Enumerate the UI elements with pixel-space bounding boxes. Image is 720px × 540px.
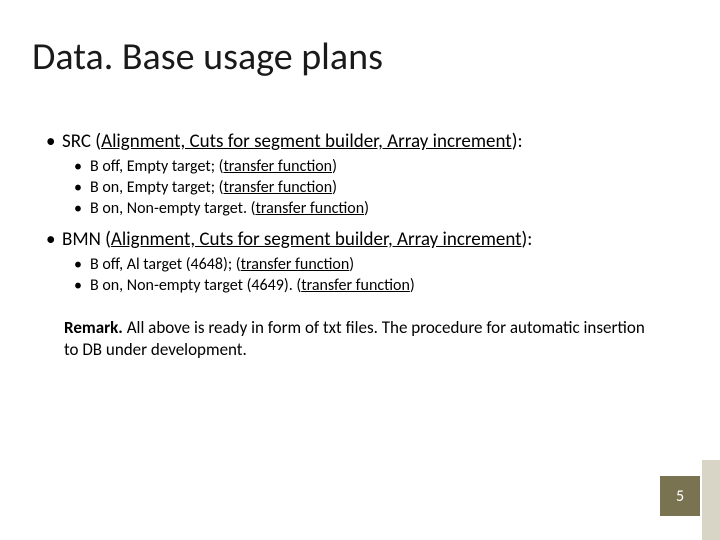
ul: transfer function <box>224 178 333 197</box>
bmn-subitems: B off, Al target (4648); (transfer funct… <box>74 255 658 295</box>
bmn-suffix: ): <box>522 228 533 251</box>
src-subitems: B off, Empty target; (transfer function)… <box>74 157 658 218</box>
tail: ) <box>332 157 337 176</box>
src-item-3: B on, Non-empty target. (transfer functi… <box>74 199 658 218</box>
remark-block: Remark. All above is ready in form of tx… <box>64 317 658 361</box>
src-item-2: B on, Empty target; (transfer function) <box>74 178 658 197</box>
bmn-underline: Alignment, Cuts for segment builder, Arr… <box>111 228 522 251</box>
remark-label: Remark. <box>64 317 123 338</box>
bmn-prefix: BMN ( <box>62 228 111 251</box>
ul: transfer function <box>223 157 332 176</box>
page-number: 5 <box>676 487 684 506</box>
remark-text: All above is ready in form of txt files.… <box>64 317 645 360</box>
bullet-src: SRC (Alignment, Cuts for segment builder… <box>46 130 658 153</box>
txt: B on, Non-empty target. ( <box>90 199 255 218</box>
txt: B off, Al target (4648); ( <box>90 255 241 274</box>
tail: ) <box>364 199 369 218</box>
bmn-item-2: B on, Non-empty target (4649). (transfer… <box>74 276 658 295</box>
src-item-1: B off, Empty target; (transfer function) <box>74 157 658 176</box>
txt: B on, Empty target; ( <box>90 178 224 197</box>
page-number-box: 5 <box>660 476 700 516</box>
src-prefix: SRC ( <box>62 130 101 153</box>
txt: B off, Empty target; ( <box>90 157 223 176</box>
slide-body: SRC (Alignment, Cuts for segment builder… <box>46 130 658 361</box>
bullet-bmn: BMN (Alignment, Cuts for segment builder… <box>46 228 658 251</box>
bmn-item-1: B off, Al target (4648); (transfer funct… <box>74 255 658 274</box>
src-suffix: ): <box>512 130 523 153</box>
ul: transfer function <box>241 255 350 274</box>
src-underline: Alignment, Cuts for segment builder, Arr… <box>101 130 512 153</box>
slide: Data. Base usage plans SRC (Alignment, C… <box>0 0 720 540</box>
decorative-edge <box>702 460 720 540</box>
ul: transfer function <box>301 276 410 295</box>
txt: B on, Non-empty target (4649). ( <box>90 276 301 295</box>
slide-title: Data. Base usage plans <box>32 34 383 80</box>
ul: transfer function <box>255 199 364 218</box>
tail: ) <box>410 276 415 295</box>
tail: ) <box>332 178 337 197</box>
tail: ) <box>349 255 354 274</box>
